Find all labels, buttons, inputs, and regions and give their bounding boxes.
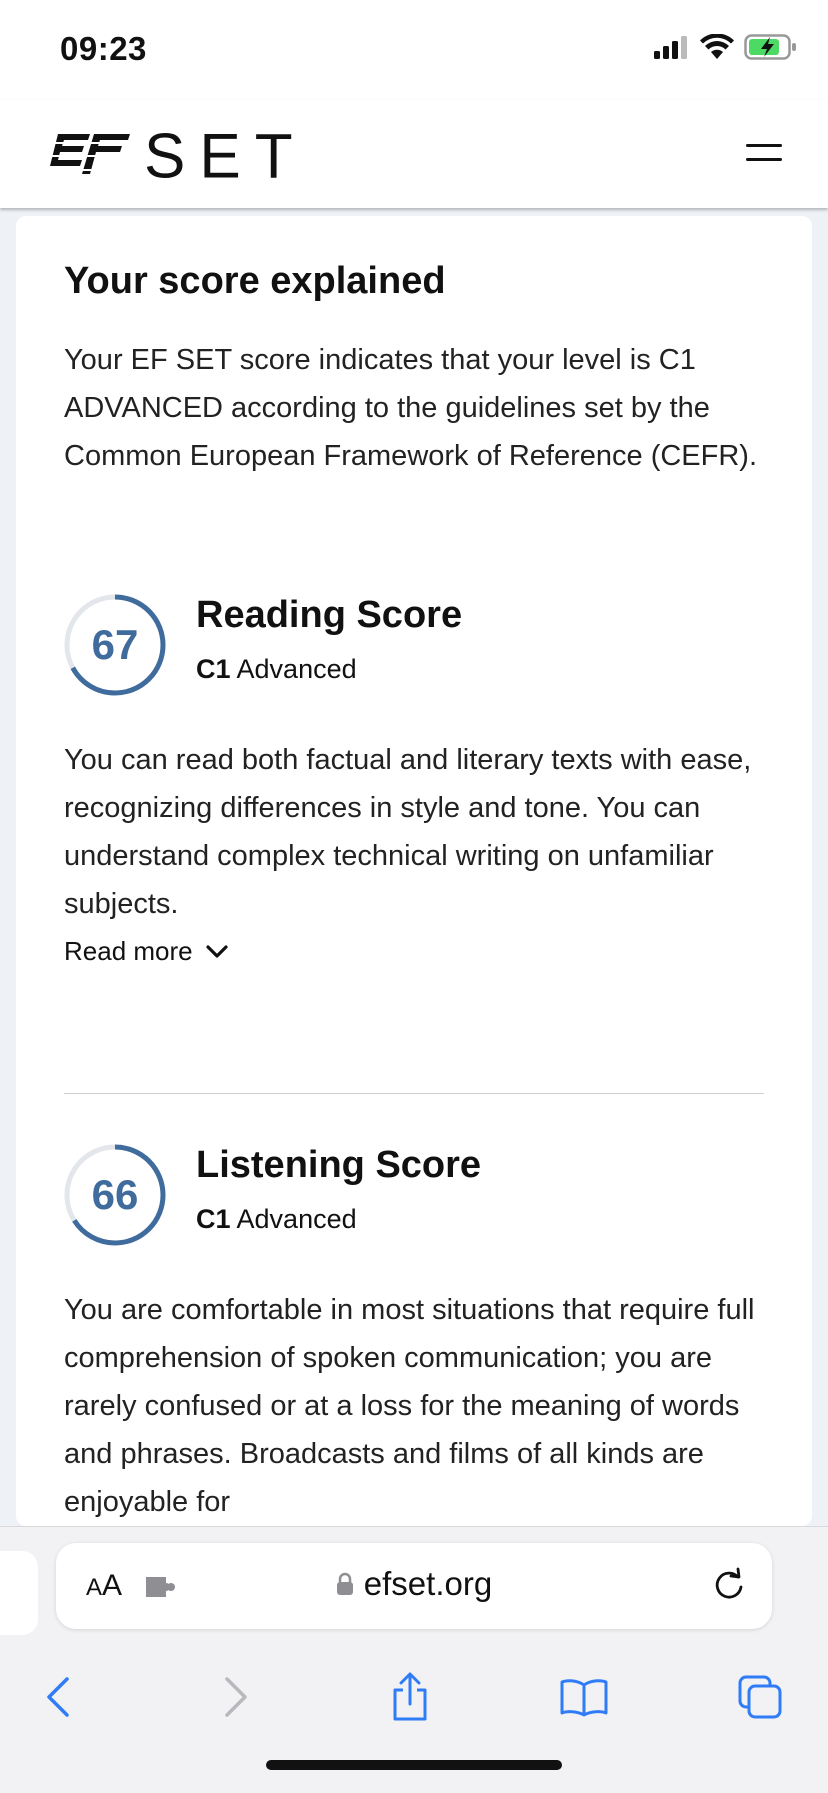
browser-toolbar: [0, 1657, 828, 1747]
reading-score-value: 67: [91, 621, 139, 668]
listening-score-value: 66: [91, 1171, 139, 1218]
intro-text: Your EF SET score indicates that your le…: [64, 344, 758, 472]
site-header: SET: [0, 100, 828, 208]
book-icon: [560, 1679, 608, 1717]
score-gauge: 67: [64, 594, 166, 696]
cellular-signal-icon: [654, 36, 687, 59]
tabs-icon: [738, 1675, 782, 1719]
lock-icon: [336, 1572, 353, 1595]
read-more-label: Read more: [64, 936, 193, 966]
chevron-left-icon: [47, 1677, 69, 1717]
address-bar[interactable]: AA efset.org: [56, 1543, 772, 1629]
bookmarks-button[interactable]: [554, 1667, 614, 1727]
logo-text: SET: [144, 121, 307, 192]
section-divider: [64, 1093, 764, 1094]
level-name: Advanced: [236, 1204, 357, 1234]
reload-icon[interactable]: [712, 1567, 746, 1603]
status-bar: 09:23: [0, 0, 828, 100]
listening-score-description: You are comfortable in most situations t…: [64, 1294, 755, 1518]
browser-bottom-bar: AA efset.org: [0, 1526, 828, 1793]
read-more-button[interactable]: Read more: [64, 936, 229, 967]
home-indicator: [266, 1760, 562, 1770]
status-icons: [654, 34, 798, 60]
score-gauge: 66: [64, 1144, 166, 1246]
tabs-button[interactable]: [730, 1667, 790, 1727]
reading-score-level: C1 Advanced: [196, 654, 357, 685]
hamburger-menu-icon[interactable]: [746, 144, 782, 164]
level-code: C1: [196, 1204, 231, 1234]
chevron-down-icon: [206, 944, 228, 958]
level-code: C1: [196, 654, 231, 684]
share-icon: [393, 1672, 427, 1721]
wifi-icon: [700, 34, 734, 59]
score-explained-card: Your score explained Your EF SET score i…: [16, 216, 812, 1526]
page-title: Your score explained: [64, 260, 446, 302]
status-time: 09:23: [60, 30, 147, 67]
previous-tab-peek[interactable]: [0, 1551, 38, 1635]
url-text: efset.org: [363, 1565, 493, 1602]
forward-button[interactable]: [206, 1667, 266, 1727]
reading-score-title: Reading Score: [196, 594, 463, 636]
url-display[interactable]: efset.org: [56, 1565, 772, 1603]
share-button[interactable]: [380, 1667, 440, 1727]
listening-score-title: Listening Score: [196, 1144, 482, 1186]
listening-score-level: C1 Advanced: [196, 1204, 357, 1235]
ef-logo-mark: [46, 134, 132, 174]
chevron-right-icon: [225, 1677, 247, 1717]
battery-charging-icon: [744, 34, 796, 60]
back-button[interactable]: [28, 1667, 88, 1727]
reading-score-description: You can read both factual and literary t…: [64, 744, 752, 920]
ef-set-logo[interactable]: SET: [46, 121, 307, 192]
level-name: Advanced: [236, 654, 357, 684]
